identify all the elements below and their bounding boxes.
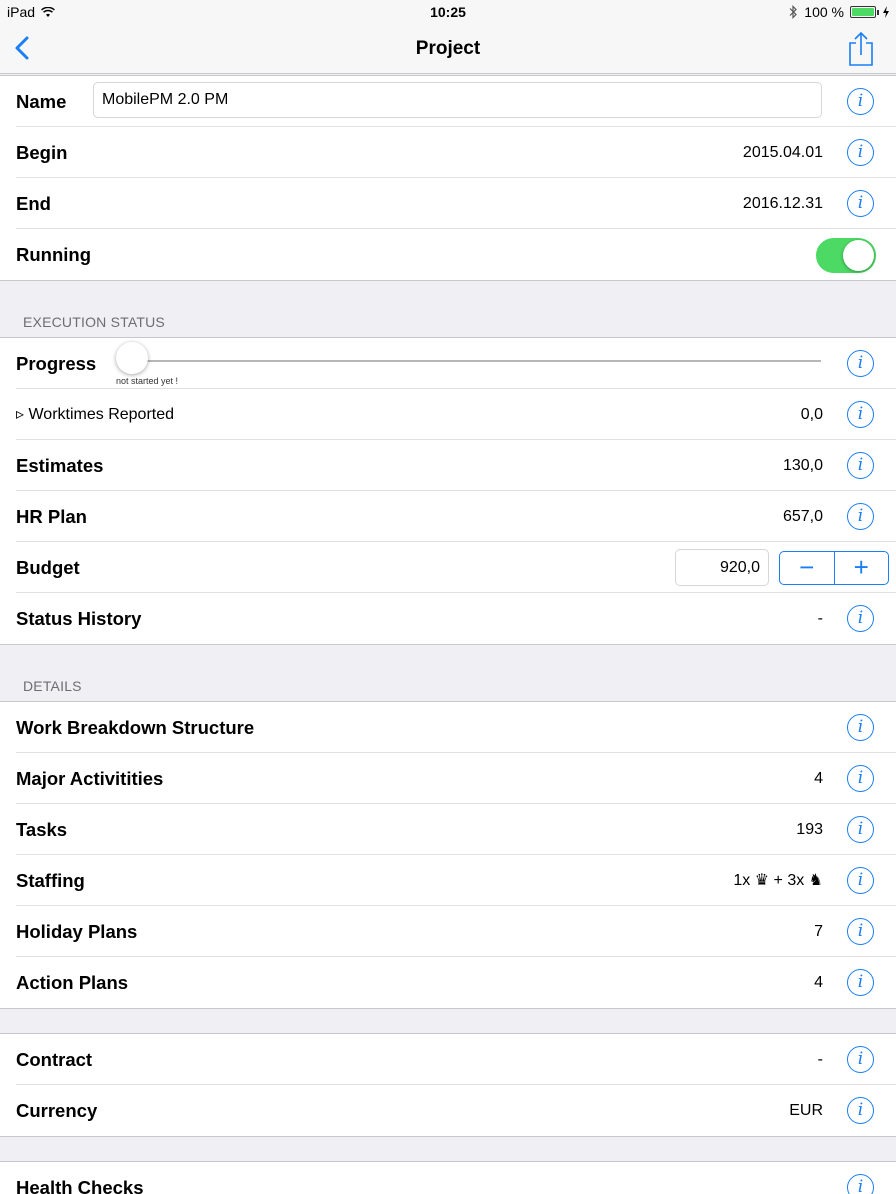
contract-row[interactable]: Contract - i xyxy=(16,1034,896,1085)
hr-plan-value: 657,0 xyxy=(782,508,823,525)
section-header-details: DETAILS xyxy=(23,678,82,694)
progress-row: Progress not started yet ! i xyxy=(16,338,896,389)
info-icon[interactable]: i xyxy=(847,918,874,945)
estimates-value: 130,0 xyxy=(782,457,823,474)
status-history-value: - xyxy=(817,610,823,627)
budget-label: Budget xyxy=(16,557,80,578)
name-label: Name xyxy=(16,91,67,112)
tasks-row[interactable]: Tasks 193 i xyxy=(16,804,896,855)
decrement-button[interactable]: − xyxy=(780,552,835,584)
currency-value: EUR xyxy=(789,1102,823,1119)
worktimes-value: 0,0 xyxy=(800,406,823,423)
status-bar: iPad 10:25 100 % xyxy=(0,0,896,26)
action-plans-value: 4 xyxy=(814,974,823,991)
estimates-label: Estimates xyxy=(16,455,104,476)
info-icon[interactable]: i xyxy=(847,190,874,217)
info-icon[interactable]: i xyxy=(847,1174,874,1194)
progress-slider-thumb[interactable] xyxy=(116,342,148,374)
progress-caption: not started yet ! xyxy=(116,376,179,386)
toggle-knob xyxy=(843,240,874,271)
bluetooth-icon xyxy=(789,5,798,19)
end-label: End xyxy=(16,193,51,214)
info-icon[interactable]: i xyxy=(847,503,874,530)
tasks-label: Tasks xyxy=(16,819,68,840)
section-header-execution: EXECUTION STATUS xyxy=(23,314,165,330)
page-title: Project xyxy=(415,38,481,59)
info-icon[interactable]: i xyxy=(847,350,874,377)
activities-value: 4 xyxy=(814,770,823,787)
wbs-label: Work Breakdown Structure xyxy=(16,717,255,738)
details-section: Work Breakdown Structure i Major Activit… xyxy=(0,701,896,1009)
action-plans-label: Action Plans xyxy=(16,972,129,993)
info-icon[interactable]: i xyxy=(847,969,874,996)
info-icon[interactable]: i xyxy=(847,765,874,792)
info-icon[interactable]: i xyxy=(847,714,874,741)
budget-field[interactable]: 920,0 xyxy=(675,549,769,586)
hr-plan-label: HR Plan xyxy=(16,506,87,527)
clock: 10:25 xyxy=(430,4,466,20)
name-row: Name MobilePM 2.0 PM i xyxy=(16,76,896,127)
worktimes-label: ▹ Worktimes Reported xyxy=(16,406,175,423)
info-icon[interactable]: i xyxy=(847,139,874,166)
charging-icon xyxy=(883,6,889,18)
name-field[interactable]: MobilePM 2.0 PM xyxy=(93,82,822,118)
progress-slider-track[interactable] xyxy=(118,360,821,362)
status-history-label: Status History xyxy=(16,608,142,629)
holiday-plans-label: Holiday Plans xyxy=(16,921,138,942)
begin-label: Begin xyxy=(16,142,68,163)
activities-row[interactable]: Major Activitities 4 i xyxy=(16,753,896,804)
staffing-row[interactable]: Staffing 1x ♛ + 3x ♞ i xyxy=(16,855,896,906)
info-icon[interactable]: i xyxy=(847,452,874,479)
action-plans-row[interactable]: Action Plans 4 i xyxy=(16,957,896,1008)
info-icon[interactable]: i xyxy=(847,816,874,843)
navigation-bar: Project xyxy=(0,26,896,74)
info-icon[interactable]: i xyxy=(847,401,874,428)
budget-stepper: − + xyxy=(779,551,889,585)
staffing-value: 1x ♛ + 3x ♞ xyxy=(733,872,823,889)
status-history-row[interactable]: Status History - i xyxy=(16,593,896,644)
end-row[interactable]: End 2016.12.31 i xyxy=(16,178,896,229)
contract-section: Contract - i Currency EUR i xyxy=(0,1033,896,1137)
contract-label: Contract xyxy=(16,1049,93,1070)
health-checks-label: Health Checks xyxy=(16,1177,144,1194)
currency-row[interactable]: Currency EUR i xyxy=(16,1085,896,1136)
battery-percent: 100 % xyxy=(804,4,844,20)
battery-level xyxy=(852,8,874,16)
running-toggle[interactable] xyxy=(816,238,876,273)
battery-icon xyxy=(850,6,879,18)
health-checks-row[interactable]: Health Checks i xyxy=(16,1162,896,1194)
budget-row: Budget 920,0 − + xyxy=(16,542,896,593)
general-section: Name MobilePM 2.0 PM i Begin 2015.04.01 … xyxy=(0,75,896,281)
execution-section: Progress not started yet ! i ▹ Worktimes… xyxy=(0,337,896,645)
info-icon[interactable]: i xyxy=(847,605,874,632)
settings-list: Name MobilePM 2.0 PM i Begin 2015.04.01 … xyxy=(0,75,896,1194)
holiday-plans-row[interactable]: Holiday Plans 7 i xyxy=(16,906,896,957)
contract-value: - xyxy=(817,1051,823,1068)
begin-value: 2015.04.01 xyxy=(742,144,823,161)
end-value: 2016.12.31 xyxy=(742,195,823,212)
progress-label: Progress xyxy=(16,353,97,374)
info-icon[interactable]: i xyxy=(847,1097,874,1124)
estimates-row[interactable]: Estimates 130,0 i xyxy=(16,440,896,491)
currency-label: Currency xyxy=(16,1100,98,1121)
running-row: Running xyxy=(16,229,896,280)
info-icon[interactable]: i xyxy=(847,867,874,894)
holiday-plans-value: 7 xyxy=(814,923,823,940)
info-icon[interactable]: i xyxy=(847,88,874,115)
info-icon[interactable]: i xyxy=(847,1046,874,1073)
worktimes-row[interactable]: ▹ Worktimes Reported 0,0 i xyxy=(16,389,896,440)
wbs-row[interactable]: Work Breakdown Structure i xyxy=(16,702,896,753)
begin-row[interactable]: Begin 2015.04.01 i xyxy=(16,127,896,178)
running-label: Running xyxy=(16,244,92,265)
activities-label: Major Activitities xyxy=(16,768,164,789)
staffing-label: Staffing xyxy=(16,870,85,891)
health-section: Health Checks i xyxy=(0,1161,896,1194)
hr-plan-row[interactable]: HR Plan 657,0 i xyxy=(16,491,896,542)
share-icon[interactable] xyxy=(846,31,876,67)
tasks-value: 193 xyxy=(796,821,823,838)
increment-button[interactable]: + xyxy=(835,552,889,584)
